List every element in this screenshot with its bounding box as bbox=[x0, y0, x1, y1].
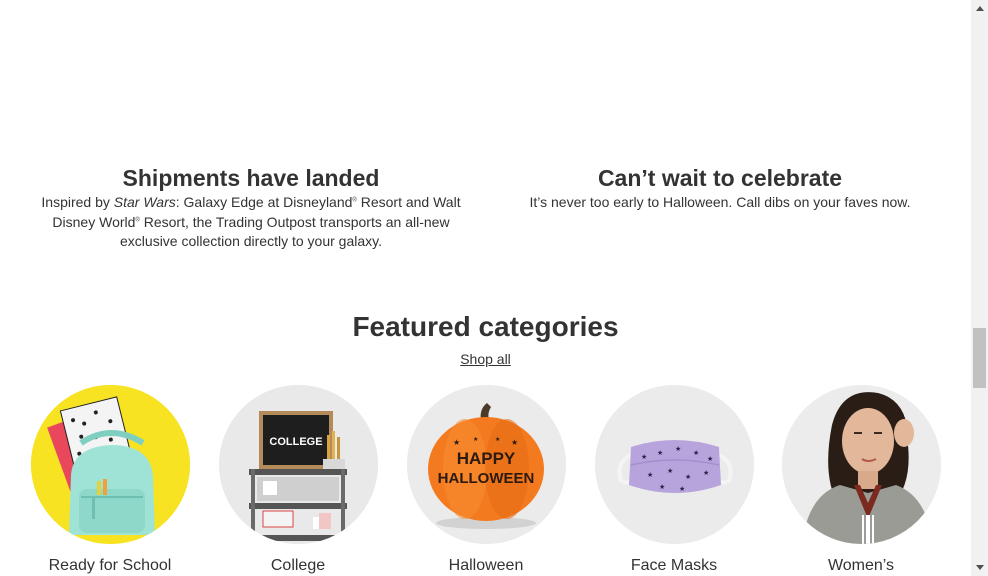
backpack-illustration bbox=[30, 385, 190, 544]
scroll-up-arrow-icon[interactable] bbox=[971, 0, 988, 17]
promo-title: Shipments have landed bbox=[122, 165, 380, 191]
category-face-masks[interactable]: ★ ★ ★ ★ ★ ★ ★ ★ ★ ★ ★ Face Masks bbox=[584, 385, 764, 576]
category-college[interactable]: COLLEGE College bbox=[208, 385, 388, 576]
promo-star-wars[interactable]: Shipments have landed Inspired by Star W… bbox=[36, 164, 466, 252]
face-mask-illustration: ★★★ ★★★ ★★★ ★ ★ bbox=[594, 385, 754, 544]
svg-text:★: ★ bbox=[495, 436, 500, 443]
promo-description: Inspired by Star Wars: Galaxy Edge at Di… bbox=[41, 194, 461, 249]
svg-text:★: ★ bbox=[667, 467, 673, 475]
pumpkin-text-line1: HAPPY bbox=[456, 449, 515, 468]
college-cart-illustration: COLLEGE bbox=[218, 385, 378, 544]
category-image: HAPPY HALLOWEEN ★ ★ ★ ★ bbox=[406, 385, 566, 544]
svg-text:★: ★ bbox=[707, 455, 713, 463]
svg-text:★: ★ bbox=[659, 483, 665, 491]
svg-text:★: ★ bbox=[641, 453, 647, 461]
pumpkin-illustration: HAPPY HALLOWEEN ★ ★ ★ ★ bbox=[406, 385, 566, 544]
svg-text:★: ★ bbox=[453, 438, 460, 447]
promo-description: It’s never too early to Halloween. Call … bbox=[529, 194, 911, 210]
scroll-thumb[interactable] bbox=[973, 328, 986, 388]
page: Shipments have landed Inspired by Star W… bbox=[0, 0, 971, 576]
woman-model-illustration bbox=[781, 385, 941, 544]
category-ready-for-school[interactable]: Ready for School bbox=[20, 385, 200, 576]
svg-text:★: ★ bbox=[511, 438, 518, 447]
svg-text:★: ★ bbox=[657, 449, 663, 457]
category-image bbox=[781, 385, 941, 544]
promo-halloween[interactable]: Can’t wait to celebrate It’s never too e… bbox=[510, 164, 930, 213]
category-label: Women’s bbox=[827, 557, 895, 574]
category-label: Face Masks bbox=[630, 557, 718, 574]
category-womens[interactable]: Women’s bbox=[771, 385, 951, 576]
svg-text:★: ★ bbox=[675, 445, 681, 453]
pumpkin-text-line2: HALLOWEEN bbox=[437, 470, 534, 487]
vertical-scrollbar[interactable] bbox=[971, 0, 988, 576]
svg-text:★: ★ bbox=[693, 449, 699, 457]
svg-text:★: ★ bbox=[703, 469, 709, 477]
featured-categories-title: Featured categories bbox=[352, 311, 619, 342]
letter-board-text: COLLEGE bbox=[269, 436, 322, 448]
svg-text:★: ★ bbox=[647, 471, 653, 479]
shop-all-link[interactable]: Shop all bbox=[460, 351, 511, 367]
category-image: COLLEGE bbox=[218, 385, 378, 544]
shop-all-container: Shop all bbox=[0, 350, 971, 368]
category-label: College bbox=[270, 557, 326, 574]
category-label: Halloween bbox=[448, 557, 524, 574]
category-list: Ready for School COLLEGE College HAPPY H… bbox=[0, 385, 971, 576]
category-label: Ready for School bbox=[48, 557, 172, 574]
category-halloween[interactable]: HAPPY HALLOWEEN ★ ★ ★ ★ Halloween bbox=[396, 385, 576, 576]
scroll-down-arrow-icon[interactable] bbox=[971, 559, 988, 576]
svg-text:★: ★ bbox=[473, 436, 478, 443]
promo-title: Can’t wait to celebrate bbox=[597, 165, 843, 191]
category-image: ★ ★ ★ ★ ★ ★ ★ ★ ★ ★ ★ bbox=[594, 385, 754, 544]
svg-text:★: ★ bbox=[679, 485, 685, 493]
svg-text:★: ★ bbox=[685, 473, 691, 481]
category-image bbox=[30, 385, 190, 544]
